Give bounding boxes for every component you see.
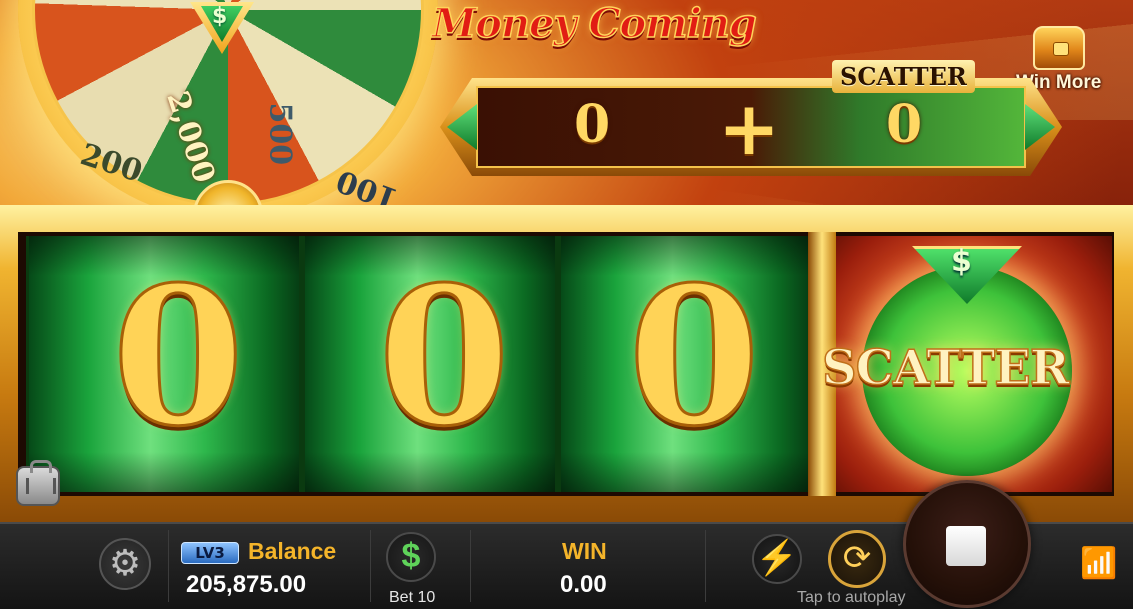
scatter-tag: SCATTER — [832, 60, 975, 93]
bar-separator — [370, 530, 371, 602]
bet-label: Bet 10 — [389, 589, 436, 606]
bar-separator — [168, 530, 169, 602]
dollar-icon: $ — [212, 4, 228, 29]
bar-separator — [470, 530, 471, 602]
balance-label: Balance — [248, 538, 337, 564]
win-label: WIN — [562, 538, 607, 564]
lightning-icon: ⚡ — [755, 539, 799, 577]
wheel-segment-500: 500 — [262, 102, 298, 166]
autoplay-hint: Tap to autoplay — [797, 589, 906, 606]
counter-scatter-value: 0 — [886, 94, 923, 155]
game-title: Money Coming — [431, 0, 757, 48]
stop-icon[interactable] — [946, 526, 986, 566]
gear-icon: ⚙ — [108, 542, 142, 583]
dollar-icon: $ — [401, 537, 421, 575]
reel-3-symbol: 0 — [626, 245, 761, 468]
reel-1-symbol: 0 — [110, 245, 245, 468]
reel-2-symbol: 0 — [376, 245, 511, 468]
win-value: 0.00 — [560, 571, 607, 598]
level-badge: LV3 — [181, 542, 239, 564]
wifi-icon: 📶 — [1080, 546, 1118, 581]
bet-button[interactable]: $ — [386, 532, 436, 582]
autoplay-button[interactable]: ⟳ — [828, 530, 886, 588]
bag-icon[interactable] — [16, 460, 60, 506]
treasure-chest-icon[interactable] — [1033, 26, 1085, 70]
scatter-symbol: SCATTER — [821, 339, 1070, 397]
dollar-icon: $ — [951, 244, 972, 279]
bar-separator — [705, 530, 706, 602]
counter-left-value: 0 — [574, 94, 611, 155]
autoplay-icon: ⟳ — [842, 539, 872, 577]
settings-button[interactable]: ⚙ — [99, 538, 151, 590]
counter-plus-sign: + — [718, 86, 781, 172]
turbo-button[interactable]: ⚡ — [752, 534, 802, 584]
balance-value: 205,875.00 — [186, 571, 307, 598]
